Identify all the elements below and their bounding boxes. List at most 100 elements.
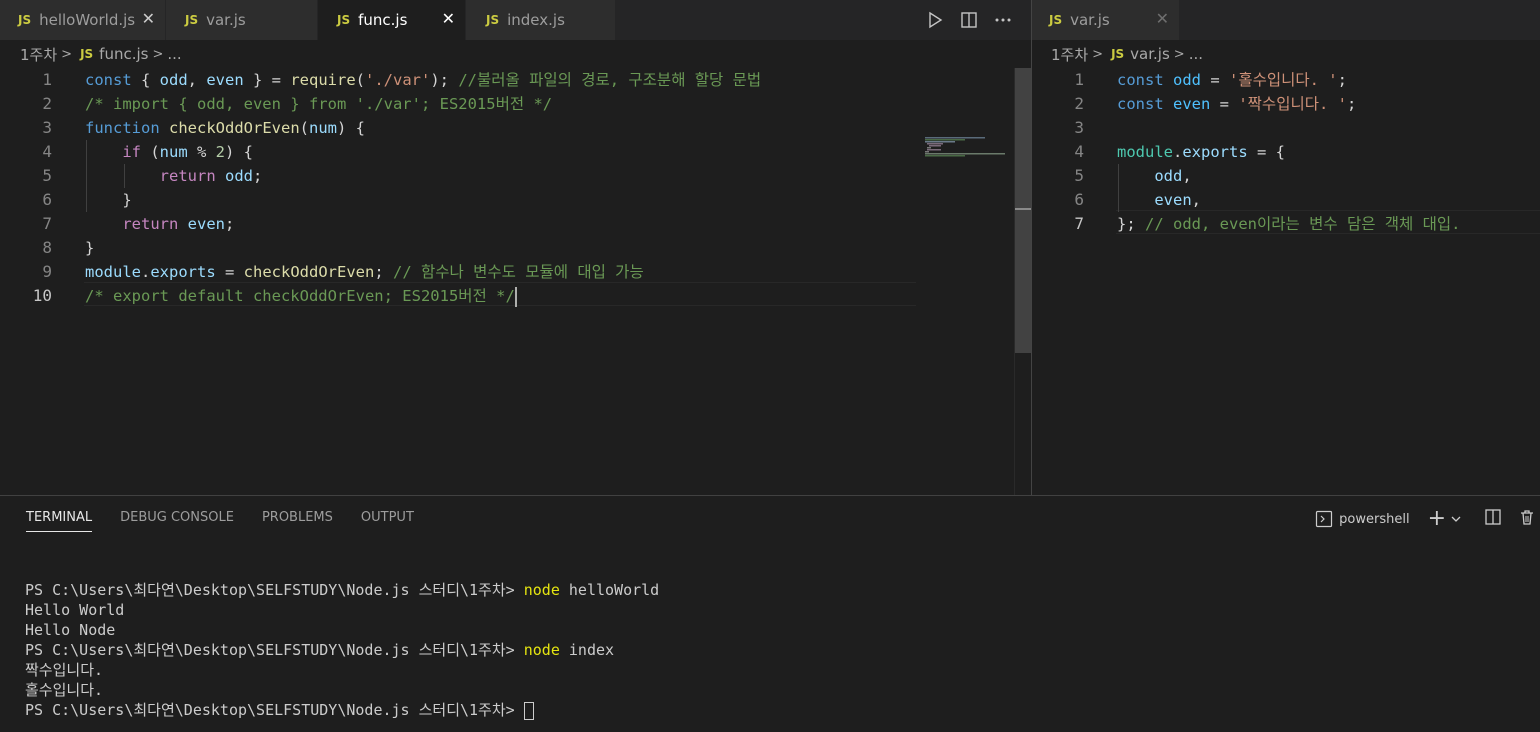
line-number: 2 [42, 94, 52, 113]
run-icon[interactable] [924, 9, 946, 31]
js-file-icon: JS [185, 13, 199, 27]
terminal-panel: TERMINAL DEBUG CONSOLE PROBLEMS OUTPUT p… [0, 495, 1540, 732]
shell-label: powershell [1339, 511, 1410, 527]
tab-var[interactable]: JS var.js [166, 0, 318, 40]
add-terminal-button[interactable]: + [1427, 506, 1462, 531]
tab-debug-console[interactable]: DEBUG CONSOLE [120, 510, 234, 532]
trash-icon[interactable] [1518, 508, 1536, 530]
line-number: 1 [1074, 70, 1084, 89]
code-line: module.exports = { [1117, 143, 1285, 161]
line-number: 10 [32, 286, 52, 305]
line-number: 6 [42, 190, 52, 209]
terminal-line: PS C:\Users\최다연\Desktop\SELFSTUDY\Node.j… [25, 581, 660, 599]
chevron-right-icon: > [1092, 46, 1104, 62]
terminal-line: 홀수입니다. [25, 681, 104, 699]
line-number: 4 [1074, 142, 1084, 161]
minimap[interactable] [925, 136, 1013, 160]
tab-var-right[interactable]: JS var.js ✕ [1032, 0, 1180, 40]
tab-label: var.js [1070, 11, 1110, 29]
line-number: 3 [1074, 118, 1084, 137]
breadcrumb-file[interactable]: func.js [99, 45, 148, 63]
code-line: odd, [1154, 167, 1192, 185]
editor-actions [924, 0, 1014, 40]
js-file-icon: JS [18, 13, 32, 27]
code-line: }; // odd, even이라는 변수 담은 객체 대입. [1117, 215, 1461, 233]
tab-label: func.js [358, 11, 408, 29]
vertical-scrollbar[interactable] [1014, 68, 1031, 495]
breadcrumb-file[interactable]: var.js [1130, 45, 1170, 63]
terminal-cursor [523, 701, 534, 720]
close-icon[interactable]: ✕ [142, 9, 155, 29]
js-file-icon: JS [486, 13, 500, 27]
more-actions-icon[interactable] [992, 9, 1014, 31]
terminal-line: PS C:\Users\최다연\Desktop\SELFSTUDY\Node.j… [25, 641, 615, 659]
line-number: 5 [1074, 166, 1084, 185]
terminal-output[interactable]: PS C:\Users\최다연\Desktop\SELFSTUDY\Node.j… [25, 560, 659, 732]
right-editor[interactable]: 1 2 3 4 5 6 7 const odd = '홀수입니다. '; con… [1032, 68, 1540, 495]
line-number: 7 [42, 214, 52, 233]
code-line: /* export default checkOddOrEven; ES2015… [85, 286, 517, 307]
terminal-line: PS C:\Users\최다연\Desktop\SELFSTUDY\Node.j… [25, 700, 659, 720]
code-line: const { odd, even } = require('./var'); … [85, 71, 762, 89]
line-number: 8 [42, 238, 52, 257]
js-file-icon: JS [1111, 47, 1125, 61]
breadcrumb: 1주차 > JS func.js > ... [20, 40, 182, 68]
tab-output[interactable]: OUTPUT [361, 510, 414, 532]
line-number: 7 [1074, 214, 1084, 233]
terminal-line: 짝수입니다. [25, 661, 104, 679]
tab-helloworld[interactable]: JS helloWorld.js ✕ [0, 0, 166, 40]
code-line: module.exports = checkOddOrEven; // 함수나 … [85, 263, 644, 281]
code-line: /* import { odd, even } from './var'; ES… [85, 95, 553, 113]
tab-problems[interactable]: PROBLEMS [262, 510, 333, 532]
terminal-line: Hello World [25, 601, 125, 619]
code-line: const odd = '홀수입니다. '; [1117, 71, 1347, 89]
code-line: return even; [122, 215, 235, 233]
code-line: } [85, 239, 95, 257]
breadcrumb-folder[interactable]: 1주차 [20, 44, 57, 65]
code-line: return odd; [159, 167, 263, 185]
panel-tabs: TERMINAL DEBUG CONSOLE PROBLEMS OUTPUT [26, 510, 414, 532]
tab-label: index.js [507, 11, 565, 29]
js-file-icon: JS [337, 13, 351, 27]
line-number: 4 [42, 142, 52, 161]
terminal-icon [1316, 510, 1333, 528]
split-editor-icon[interactable] [958, 9, 980, 31]
code-line: function checkOddOrEven(num) { [85, 119, 365, 137]
tab-label: var.js [206, 11, 246, 29]
code-line: } [85, 191, 132, 209]
line-number: 5 [42, 166, 52, 185]
tab-func[interactable]: JS func.js ✕ [318, 0, 466, 40]
left-tab-bar: JS helloWorld.js ✕ JS var.js JS func.js … [0, 0, 1031, 40]
scrollbar-thumb[interactable] [1015, 68, 1031, 353]
chevron-down-icon [1451, 516, 1461, 522]
left-editor[interactable]: 1 2 3 4 5 6 7 8 9 10 const { odd, even }… [0, 68, 1031, 495]
code-line: even, [1154, 191, 1201, 209]
split-terminal-icon[interactable] [1484, 508, 1502, 530]
tab-index[interactable]: JS index.js [466, 0, 616, 40]
line-number: 3 [42, 118, 52, 137]
code-line: const even = '짝수입니다. '; [1117, 95, 1357, 113]
terminal-shell-selector[interactable]: powershell [1315, 510, 1410, 528]
line-number: 1 [42, 70, 52, 89]
plus-icon: + [1427, 506, 1446, 531]
close-icon[interactable]: ✕ [442, 9, 455, 29]
terminal-line: Hello Node [25, 621, 116, 639]
chevron-right-icon: > [1173, 46, 1185, 62]
js-file-icon: JS [1049, 13, 1063, 27]
line-number: 6 [1074, 190, 1084, 209]
terminal-actions: powershell + [1315, 508, 1536, 530]
breadcrumb-folder[interactable]: 1주차 [1051, 44, 1088, 65]
scroll-position-marker [1015, 208, 1031, 210]
right-tab-bar: JS var.js ✕ [1032, 0, 1540, 40]
breadcrumb-right: 1주차 > JS var.js > ... [1051, 40, 1203, 68]
tab-terminal[interactable]: TERMINAL [26, 510, 93, 532]
code-line: if (num % 2) { [122, 143, 254, 161]
chevron-right-icon: > [61, 46, 73, 62]
line-number: 2 [1074, 94, 1084, 113]
chevron-right-icon: > [152, 46, 164, 62]
close-icon[interactable]: ✕ [1156, 9, 1169, 29]
line-number: 9 [42, 262, 52, 281]
breadcrumb-more[interactable]: ... [167, 45, 181, 63]
breadcrumb-more[interactable]: ... [1189, 45, 1203, 63]
js-file-icon: JS [80, 47, 94, 61]
